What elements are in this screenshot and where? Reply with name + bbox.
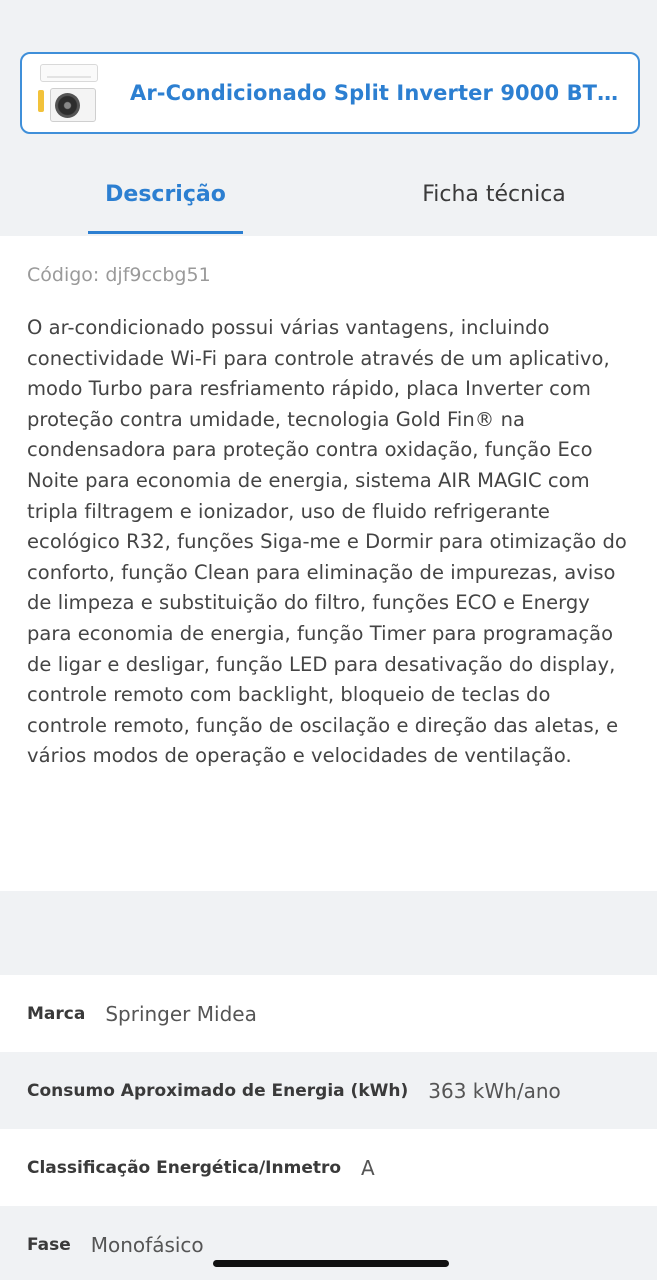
tab-ficha-tecnica[interactable]: Ficha técnica: [395, 182, 593, 207]
fan-shape: [55, 93, 80, 118]
remote-shape: [38, 90, 44, 112]
spec-list: Marca Springer Midea Consumo Aproximado …: [0, 975, 657, 1280]
spec-value: 363 kWh/ano: [428, 1078, 561, 1103]
spec-value: A: [361, 1155, 375, 1180]
tab-descricao[interactable]: Descrição: [88, 182, 243, 207]
outdoor-unit-shape: [50, 88, 96, 122]
section-divider: [0, 891, 657, 975]
indoor-unit-shape: [40, 64, 98, 82]
product-title: Ar-Condicionado Split Inverter 9000 BTUs…: [130, 81, 635, 105]
product-card[interactable]: Ar-Condicionado Split Inverter 9000 BTUs…: [20, 52, 640, 134]
spec-value: Springer Midea: [105, 1001, 257, 1026]
product-code: Código: djf9ccbg51: [27, 264, 211, 286]
home-indicator[interactable]: [213, 1260, 449, 1267]
spec-label: Fase: [27, 1234, 71, 1255]
spec-row-classificacao: Classificação Energética/Inmetro A: [0, 1129, 657, 1206]
spec-row-marca: Marca Springer Midea: [0, 975, 657, 1052]
description-text: O ar-condicionado possui várias vantagen…: [27, 316, 627, 768]
air-conditioner-thumbnail-icon: [36, 62, 102, 124]
spec-row-consumo: Consumo Aproximado de Energia (kWh) 363 …: [0, 1052, 657, 1129]
spec-label: Classificação Energética/Inmetro: [27, 1157, 342, 1178]
spec-label: Marca: [27, 1003, 86, 1024]
description-panel: Código: djf9ccbg51 O ar-condicionado pos…: [0, 236, 657, 891]
spec-label: Consumo Aproximado de Energia (kWh): [27, 1080, 409, 1101]
spec-row-fase: Fase Monofásico: [0, 1206, 657, 1280]
spec-value: Monofásico: [90, 1232, 204, 1257]
tab-bar: Descrição Ficha técnica: [0, 168, 657, 236]
active-tab-indicator: [88, 231, 243, 234]
header-area: Ar-Condicionado Split Inverter 9000 BTUs…: [0, 0, 657, 236]
